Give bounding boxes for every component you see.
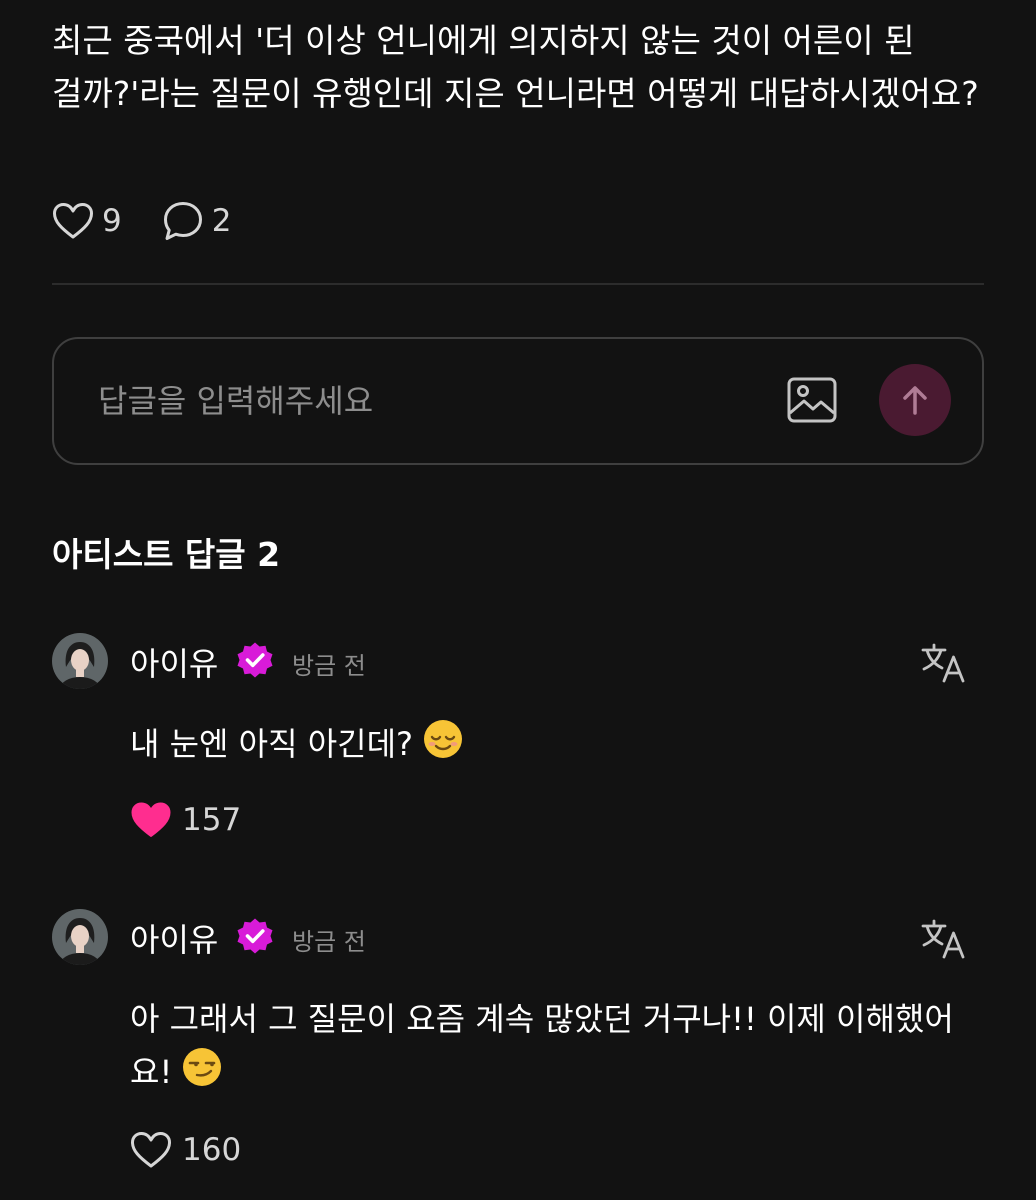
heart-outline-icon [131, 1132, 171, 1168]
post-like-button[interactable]: 9 [52, 202, 122, 240]
arrow-up-icon [903, 386, 927, 415]
comment-like-count: 157 [182, 802, 242, 838]
verified-badge-icon [237, 918, 273, 954]
divider [52, 283, 984, 285]
comment-like-count: 160 [182, 1132, 242, 1168]
post-comment-button[interactable]: 2 [162, 200, 232, 242]
heart-outline-icon [53, 203, 93, 239]
heart-filled-icon [131, 802, 171, 837]
comment-text: 내 눈엔 아직 아긴데? [130, 717, 990, 770]
comment-time: 방금 전 [292, 928, 366, 956]
translate-button[interactable] [920, 641, 968, 685]
comment-text-content: 내 눈엔 아직 아긴데? [130, 725, 414, 763]
avatar[interactable] [52, 633, 108, 689]
image-icon [787, 377, 837, 423]
send-button[interactable] [879, 364, 951, 436]
comment-like-button[interactable]: 160 [130, 1131, 241, 1169]
translate-icon [921, 643, 965, 683]
reply-input[interactable] [84, 367, 752, 435]
post-stats: 9 2 [52, 196, 271, 246]
comment-author-name[interactable]: 아이유 [130, 639, 218, 685]
comment-text: 아 그래서 그 질문이 요즘 계속 많았던 거구나!! 이제 이해했어요! [130, 993, 990, 1098]
artist-replies-title: 아티스트 답글 2 [52, 535, 281, 574]
translate-button[interactable] [920, 917, 968, 961]
comment-author-name[interactable]: 아이유 [130, 915, 218, 961]
avatar[interactable] [52, 909, 108, 965]
attach-image-button[interactable] [782, 373, 842, 429]
post-like-count: 9 [102, 203, 122, 239]
reply-box [52, 337, 984, 465]
comment-like-button[interactable]: 157 [130, 801, 241, 839]
comment-text-content: 아 그래서 그 질문이 요즘 계속 많았던 거구나!! 이제 이해했어요! [130, 1000, 954, 1091]
verified-badge-icon [237, 642, 273, 678]
post-text: 최근 중국에서 '더 이상 언니에게 의지하지 않는 것이 어른이 된 걸까?'… [52, 21, 979, 113]
translate-icon [921, 919, 965, 959]
avatar-image [52, 633, 108, 689]
post-comment-count: 2 [211, 203, 232, 239]
comment-bubble-icon [163, 202, 202, 240]
smirking-face-emoji [183, 1048, 222, 1086]
relieved-face-emoji [424, 720, 463, 758]
avatar-image [52, 909, 108, 965]
comment-time: 방금 전 [292, 652, 366, 680]
